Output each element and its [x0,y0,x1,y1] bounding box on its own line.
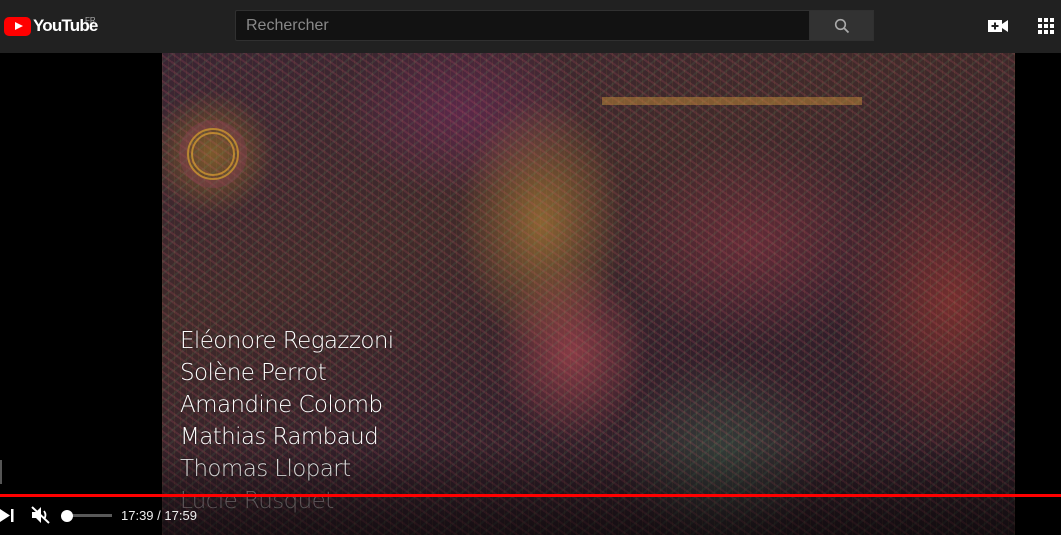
search-icon [834,18,849,33]
time-total: 17:59 [164,508,197,523]
apps-dot [1038,18,1042,22]
video-frame[interactable]: Eléonore Regazzoni Solène Perrot Amandin… [162,53,1015,535]
search-box [235,10,810,41]
youtube-logo[interactable]: YouTube [4,14,98,38]
credit-name: Thomas Llopart [180,456,351,482]
time-display: 17:39 / 17:59 [121,508,197,523]
volume-muted-icon [31,506,50,524]
credit-name: Eléonore Regazzoni [180,328,394,354]
search-button[interactable] [810,10,874,41]
apps-dot [1050,30,1054,34]
credit-name: Mathias Rambaud [180,424,379,450]
apps-dot [1038,24,1042,28]
skip-next-icon [0,509,14,522]
volume-slider-handle[interactable] [61,510,73,522]
mute-button[interactable] [30,505,52,525]
time-separator: / [153,508,165,523]
apps-dot [1044,24,1048,28]
next-button[interactable] [0,507,16,524]
create-video-button[interactable] [986,16,1010,36]
apps-dot [1050,18,1054,22]
apps-dot [1038,30,1042,34]
apps-grid-icon[interactable] [1036,16,1056,36]
region-code: FR [85,16,96,25]
credit-name: Lucie Rusquet [180,488,334,514]
time-current: 17:39 [121,508,154,523]
youtube-play-icon [4,16,31,36]
search-input[interactable] [236,11,809,40]
painted-sun-shape [187,128,239,180]
credit-name: Amandine Colomb [180,392,383,418]
apps-dot [1044,18,1048,22]
apps-dot [1050,24,1054,28]
masthead: YouTube FR [0,0,1061,53]
video-player[interactable]: Eléonore Regazzoni Solène Perrot Amandin… [0,53,1061,535]
edge-handle [0,460,2,484]
apps-dot [1044,30,1048,34]
painted-shelf-shape [602,97,862,105]
volume-slider-track[interactable] [67,514,112,517]
end-credits: Eléonore Regazzoni Solène Perrot Amandin… [180,325,394,517]
credit-name: Solène Perrot [180,360,327,386]
progress-bar[interactable] [0,494,1061,497]
video-camera-plus-icon [988,20,1008,32]
